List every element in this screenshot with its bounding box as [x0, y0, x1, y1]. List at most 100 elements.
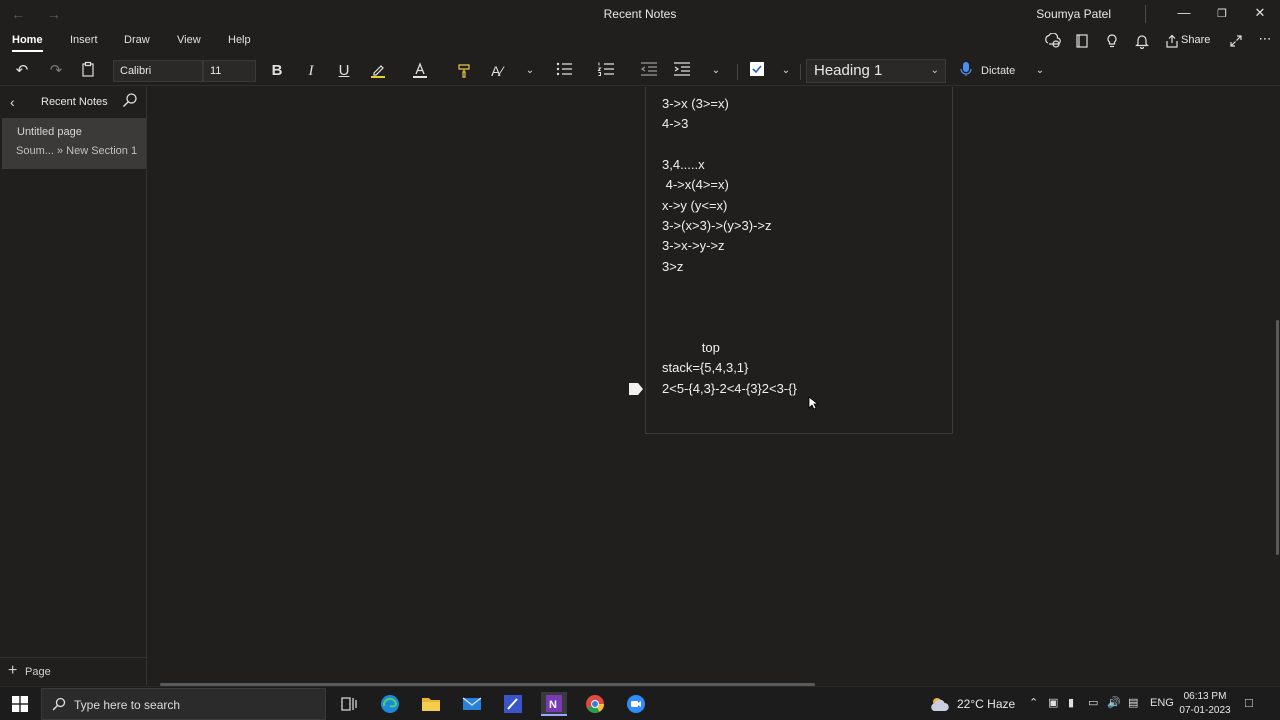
underline-button[interactable]: U — [335, 61, 353, 81]
edge-icon[interactable] — [377, 692, 403, 716]
weather-icon[interactable] — [928, 694, 952, 719]
chevron-down-icon[interactable]: ⌄ — [1032, 61, 1048, 81]
search-icon[interactable] — [122, 92, 140, 110]
chevron-down-icon[interactable]: ⌄ — [522, 61, 538, 81]
note-line[interactable]: 2<5-{4,3}-2<4-{3}2<3-{} — [662, 381, 797, 396]
vertical-scrollbar[interactable] — [1276, 320, 1279, 555]
note-line[interactable]: 3->x->y->z — [662, 238, 725, 253]
increase-indent-icon[interactable] — [672, 61, 692, 81]
plus-icon: + — [8, 662, 18, 679]
svg-text:N: N — [549, 699, 557, 711]
file-explorer-icon[interactable] — [418, 692, 444, 716]
close-button[interactable]: ✕ — [1250, 5, 1270, 21]
page-item-path: Soum... » New Section 1 — [16, 145, 138, 157]
font-color-icon[interactable] — [410, 61, 430, 81]
note-line[interactable]: 3>z — [662, 259, 683, 274]
sidebar-title: Recent Notes — [41, 96, 108, 108]
clipboard-icon[interactable] — [79, 61, 97, 81]
paragraph-handle-icon[interactable] — [628, 382, 644, 401]
language-indicator[interactable]: ENG — [1150, 697, 1174, 709]
task-view-icon[interactable] — [336, 692, 362, 716]
note-line[interactable]: 3->(x>3)->(y>3)->z — [662, 218, 771, 233]
tab-insert[interactable]: Insert — [70, 34, 98, 46]
tab-help[interactable]: Help — [228, 34, 251, 46]
lightbulb-icon[interactable] — [1103, 33, 1121, 49]
user-name[interactable]: Soumya Patel — [1036, 7, 1111, 21]
formatting-toolbar: ↶ ↷ Calibri 11 B I U A⁄ ⌄ ⌄ ⌄ Heading 1 … — [0, 56, 1280, 86]
onenote-icon[interactable]: N — [541, 692, 567, 716]
sync-icon[interactable] — [1044, 32, 1062, 49]
toolbar-separator — [800, 64, 801, 80]
dictate-button[interactable]: Dictate — [981, 61, 1021, 81]
chrome-icon[interactable] — [582, 692, 608, 716]
volume-icon[interactable]: 🔊 — [1107, 696, 1121, 709]
restore-button[interactable]: ❐ — [1212, 7, 1232, 20]
styles-icon[interactable]: A⁄ — [486, 61, 508, 81]
note-canvas[interactable]: 3->x (3>=x) 4->3 3,4.....x 4->x(4>=x) x-… — [148, 87, 1276, 685]
heading-style-select[interactable]: Heading 1 ⌄ — [806, 59, 946, 83]
tab-view[interactable]: View — [177, 34, 201, 46]
toolbar-separator — [737, 64, 738, 80]
note-line[interactable]: x->y (y<=x) — [662, 198, 727, 213]
clock-time: 06:13 PM — [1183, 691, 1227, 702]
microphone-icon[interactable]: ▮ — [1068, 696, 1074, 709]
search-icon — [52, 697, 66, 711]
bell-icon[interactable] — [1133, 33, 1151, 50]
network-icon[interactable]: ▤ — [1128, 696, 1138, 709]
undo-icon[interactable]: ↶ — [12, 61, 32, 81]
bold-button[interactable]: B — [268, 61, 286, 81]
tab-home[interactable]: Home — [12, 34, 43, 52]
windows-start-icon[interactable] — [12, 696, 28, 712]
weather-text[interactable]: 22°C Haze — [957, 697, 1015, 711]
font-name-field[interactable]: Calibri — [113, 60, 203, 82]
add-page-button[interactable]: + Page — [0, 657, 147, 685]
note-line[interactable]: top — [662, 340, 720, 355]
note-line[interactable]: 4->x(4>=x) — [662, 177, 729, 192]
note-line[interactable]: 3,4.....x — [662, 157, 705, 172]
title-bar: ← → Recent Notes Soumya Patel — ❐ ✕ — [0, 0, 1280, 28]
minimize-button[interactable]: — — [1174, 5, 1194, 20]
notebook-icon[interactable] — [1073, 33, 1091, 49]
note-line[interactable]: 4->3 — [662, 116, 688, 131]
highlight-icon[interactable] — [368, 61, 388, 81]
more-options-icon[interactable]: ⋯ — [1256, 31, 1274, 47]
page-item-title: Untitled page — [17, 126, 82, 138]
clock-date: 07-01-2023 — [1179, 705, 1231, 716]
clock[interactable]: 06:13 PM 07-01-2023 — [1175, 690, 1235, 718]
share-icon[interactable] — [1163, 33, 1181, 49]
note-line[interactable]: stack={5,4,3,1} — [662, 360, 748, 375]
bullet-list-icon[interactable] — [554, 61, 574, 81]
title-separator — [1145, 5, 1146, 23]
decrease-indent-icon[interactable] — [639, 61, 659, 81]
format-painter-icon[interactable] — [454, 61, 474, 81]
add-page-label: Page — [25, 666, 51, 678]
heading-style-label: Heading 1 — [814, 62, 883, 79]
tab-draw[interactable]: Draw — [124, 34, 150, 46]
font-size-field[interactable]: 11 — [203, 60, 256, 82]
numbered-list-icon[interactable] — [596, 61, 616, 81]
chevron-down-icon: ⌄ — [930, 65, 939, 76]
chevron-down-icon[interactable]: ⌄ — [778, 61, 794, 81]
notification-icon[interactable]: □ — [1245, 695, 1253, 710]
share-button[interactable]: Share — [1181, 34, 1210, 46]
whiteboard-app-icon[interactable] — [500, 692, 526, 716]
mouse-pointer-icon — [808, 396, 820, 415]
taskbar: Type here to search N 22°C Haze ⌃ ▣ ▮ ▭ … — [0, 686, 1280, 720]
italic-button[interactable]: I — [302, 61, 320, 81]
sidebar: ‹ Recent Notes Untitled page Soum... » N… — [0, 87, 147, 685]
mail-icon[interactable] — [459, 692, 485, 716]
back-chevron-icon[interactable]: ‹ — [10, 94, 15, 110]
chevron-down-icon[interactable]: ⌄ — [708, 61, 724, 81]
note-line[interactable]: 3->x (3>=x) — [662, 96, 729, 111]
search-placeholder: Type here to search — [74, 698, 181, 712]
todo-checkbox-icon[interactable] — [748, 61, 766, 81]
taskbar-search-input[interactable]: Type here to search — [41, 688, 326, 720]
fullscreen-icon[interactable] — [1227, 33, 1245, 49]
chevron-up-icon[interactable]: ⌃ — [1029, 696, 1038, 709]
page-list-item[interactable]: Untitled page Soum... » New Section 1 — [2, 118, 146, 169]
battery-icon[interactable]: ▭ — [1088, 696, 1098, 709]
redo-icon[interactable]: ↷ — [46, 61, 66, 81]
meet-now-icon[interactable]: ▣ — [1048, 696, 1058, 709]
zoom-icon[interactable] — [623, 692, 649, 716]
microphone-icon[interactable] — [958, 61, 974, 81]
